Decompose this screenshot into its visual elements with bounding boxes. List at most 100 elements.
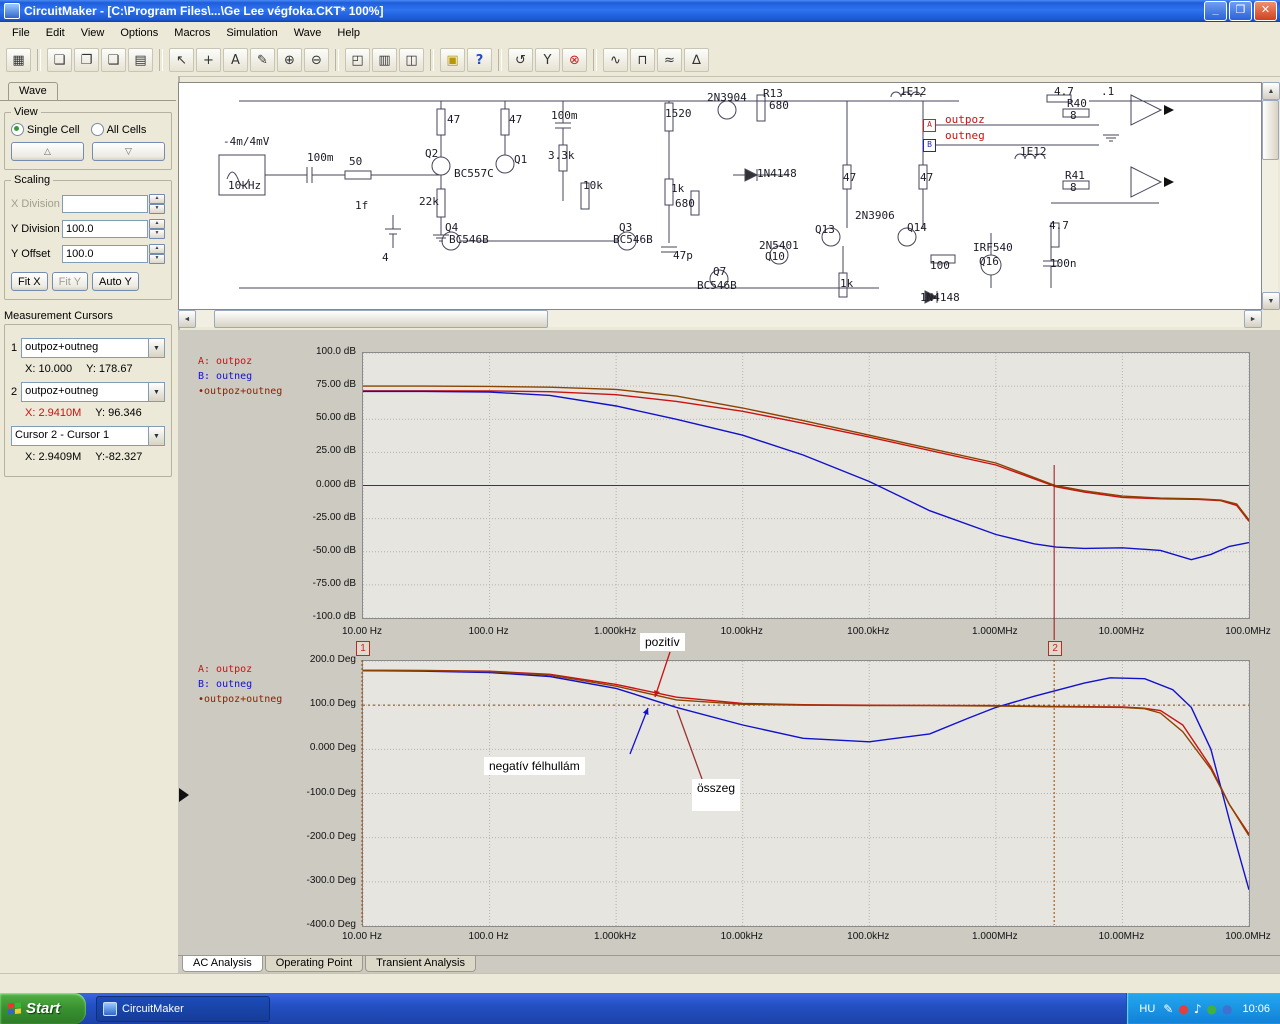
- vscroll-thumb[interactable]: [1262, 100, 1279, 160]
- x-tick-label: 100.0kHz: [847, 931, 890, 942]
- scroll-up-icon[interactable]: ▲: [1262, 82, 1280, 100]
- tray-network-icon[interactable]: ●: [1207, 1003, 1217, 1015]
- x-tick-label: 10.00MHz: [1098, 931, 1145, 942]
- x-division-spin-down[interactable]: ▼: [149, 204, 165, 214]
- magnitude-plot[interactable]: [362, 352, 1250, 619]
- toolbar: ▦ ❏ ❐ ❑ ▤ ↖ + A ✎ ⊕ ⊖ ◰ ▥ ◫ ▣? ↺ Y ⊗ ∿ ⊓ ≈ ∆: [0, 44, 1280, 77]
- menu-item-simulation[interactable]: Simulation: [218, 24, 285, 42]
- analog-scope-icon[interactable]: ∿: [603, 48, 628, 72]
- component-label: IRF540: [973, 241, 1013, 254]
- x-tick-label: 10.00 Hz: [341, 931, 383, 942]
- analysis-window-icon[interactable]: ∆: [684, 48, 709, 72]
- close-icon[interactable]: ✕: [1254, 1, 1277, 21]
- cursor-marker-2[interactable]: 2: [1048, 641, 1063, 656]
- component-label: 8: [1070, 181, 1077, 194]
- schematic-canvas[interactable]: -4m/4mV 10kHz 100m 50 1f 22k 4 Q2 47 47 BC557C Q1 3.…: [178, 82, 1262, 310]
- y-offset-input[interactable]: [62, 245, 148, 263]
- tab-transient-analysis[interactable]: Transient Analysis: [365, 956, 476, 972]
- schematic-view-icon[interactable]: ◰: [345, 48, 370, 72]
- delete-tool-icon[interactable]: +: [196, 48, 221, 72]
- menu-item-view[interactable]: View: [73, 24, 113, 42]
- mixed-signal-icon[interactable]: ≈: [657, 48, 682, 72]
- maximize-icon[interactable]: ❐: [1229, 1, 1252, 21]
- zoom-out-tool-icon[interactable]: ⊖: [304, 48, 329, 72]
- hscroll-thumb[interactable]: [214, 310, 548, 328]
- single-cell-radio[interactable]: [11, 123, 24, 136]
- y-offset-spin-up[interactable]: ▲: [149, 244, 165, 254]
- digital-scope-icon[interactable]: ⊓: [630, 48, 655, 72]
- fit-y-button[interactable]: Fit Y: [51, 272, 89, 291]
- menu-item-wave[interactable]: Wave: [286, 24, 330, 42]
- tray-volume-icon[interactable]: ♪: [1194, 1003, 1202, 1015]
- component-label: -4m/4mV: [223, 135, 270, 148]
- tab-wave[interactable]: Wave: [8, 82, 58, 100]
- minimize-icon[interactable]: _: [1204, 1, 1227, 21]
- y-division-spin-up[interactable]: ▲: [149, 219, 165, 229]
- pane-splitter-handle[interactable]: [179, 788, 196, 802]
- tab-operating-point[interactable]: Operating Point: [264, 956, 364, 972]
- schematic-hscrollbar[interactable]: ◄ ►: [178, 310, 1262, 328]
- component-label: BC557C: [454, 167, 494, 180]
- x-division-spin-up[interactable]: ▲: [149, 194, 165, 204]
- probe-tool-icon[interactable]: ✎: [250, 48, 275, 72]
- tray-update-icon[interactable]: ●: [1222, 1003, 1232, 1015]
- tab-ac-analysis[interactable]: AC Analysis: [182, 956, 263, 972]
- menu-item-options[interactable]: Options: [112, 24, 166, 42]
- browse-mode-icon[interactable]: ▦: [6, 48, 31, 72]
- x-tick-label: 100.0 Hz: [468, 931, 509, 942]
- schematic-vscrollbar[interactable]: ▲ ▼: [1262, 82, 1280, 310]
- fit-x-button[interactable]: Fit X: [11, 272, 48, 291]
- component-label: 4: [382, 251, 389, 264]
- taskbar-task-circuitmaker[interactable]: CircuitMaker: [96, 995, 270, 1022]
- stop-simulation-icon[interactable]: ⊗: [562, 48, 587, 72]
- tray-pen-icon[interactable]: ✎: [1163, 1003, 1173, 1015]
- chevron-down-icon[interactable]: ▼: [148, 339, 164, 357]
- scroll-left-icon[interactable]: ◄: [178, 310, 196, 328]
- component-label: 2N3904: [707, 91, 747, 104]
- arrow-tool-icon[interactable]: ↖: [169, 48, 194, 72]
- tray-alert-icon[interactable]: ●: [1178, 1003, 1188, 1015]
- y-tick-label: 100.0 Deg: [309, 698, 356, 710]
- toolbar-separator: [430, 49, 434, 71]
- next-cell-button[interactable]: ▽: [92, 142, 165, 161]
- y-offset-spin-down[interactable]: ▼: [149, 254, 165, 264]
- menu-item-edit[interactable]: Edit: [38, 24, 73, 42]
- menu-item-help[interactable]: Help: [329, 24, 368, 42]
- menu-item-macros[interactable]: Macros: [166, 24, 218, 42]
- help-icon[interactable]: ?: [467, 48, 492, 72]
- waveforms-view-icon[interactable]: ▥: [372, 48, 397, 72]
- cursor-diff-select[interactable]: Cursor 2 - Cursor 1 ▼: [11, 426, 165, 446]
- legend-outneg: B: outneg: [198, 679, 253, 690]
- x-division-input[interactable]: [62, 195, 148, 213]
- multimeter-icon[interactable]: ▣: [440, 48, 465, 72]
- all-cells-radio[interactable]: [90, 123, 104, 136]
- menu-item-file[interactable]: File: [4, 24, 38, 42]
- probe-marker-b[interactable]: B: [923, 139, 936, 152]
- probe-marker-a[interactable]: A: [923, 119, 936, 132]
- cursor-1-signal-select[interactable]: outpoz+outneg ▼: [21, 338, 165, 358]
- split-view-icon[interactable]: ◫: [399, 48, 424, 72]
- chevron-down-icon[interactable]: ▼: [148, 383, 164, 401]
- text-tool-icon[interactable]: A: [223, 48, 248, 72]
- chevron-down-icon[interactable]: ▼: [148, 427, 164, 445]
- taskbar: Start CircuitMaker HU ✎ ● ♪ ● ● 10:06: [0, 993, 1280, 1024]
- prev-cell-button[interactable]: △: [11, 142, 84, 161]
- scroll-down-icon[interactable]: ▼: [1262, 292, 1280, 310]
- probe-y-icon[interactable]: Y: [535, 48, 560, 72]
- component-label: 1f: [355, 199, 369, 212]
- scroll-right-icon[interactable]: ►: [1244, 310, 1262, 328]
- open-file-icon[interactable]: ❐: [74, 48, 99, 72]
- cursor-2-signal-select[interactable]: outpoz+outneg ▼: [21, 382, 165, 402]
- new-file-icon[interactable]: ❏: [47, 48, 72, 72]
- y-division-input[interactable]: [62, 220, 148, 238]
- language-indicator[interactable]: HU: [1139, 1003, 1155, 1015]
- reset-icon[interactable]: ↺: [508, 48, 533, 72]
- save-file-icon[interactable]: ❑: [101, 48, 126, 72]
- auto-y-button[interactable]: Auto Y: [92, 272, 139, 291]
- cursor-marker-1[interactable]: 1: [356, 641, 370, 656]
- phase-plot[interactable]: [362, 660, 1250, 927]
- zoom-in-tool-icon[interactable]: ⊕: [277, 48, 302, 72]
- y-division-spin-down[interactable]: ▼: [149, 229, 165, 239]
- print-icon[interactable]: ▤: [128, 48, 153, 72]
- start-button[interactable]: Start: [0, 993, 86, 1024]
